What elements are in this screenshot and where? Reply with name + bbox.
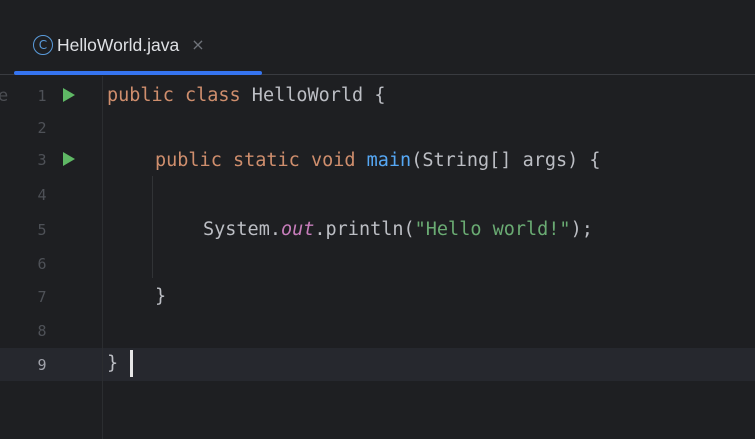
run-icon[interactable] — [63, 88, 75, 102]
keyword: public — [155, 150, 222, 171]
string-literal: "Hello world!" — [414, 219, 571, 240]
tab-bar: C HelloWorld.java × — [0, 0, 755, 75]
class-ref: System. — [203, 219, 281, 240]
line-number: 6 — [37, 255, 47, 273]
code-line-5[interactable]: System.out.println("Hello world!"); — [203, 218, 593, 242]
run-icon[interactable] — [63, 152, 75, 166]
keyword: void — [310, 150, 356, 171]
line-number: 1 — [37, 87, 47, 105]
line-number: 4 — [37, 186, 47, 204]
java-class-icon: C — [33, 35, 53, 55]
line-number-current: 9 — [37, 356, 47, 374]
class-declaration: HelloWorld { — [240, 85, 386, 106]
code-line-9[interactable]: } — [107, 352, 118, 376]
close-icon[interactable]: × — [191, 37, 204, 53]
keyword: public — [107, 85, 174, 106]
tab-helloworld-java[interactable]: C HelloWorld.java × — [14, 26, 205, 64]
code-line-7[interactable]: } — [155, 285, 166, 309]
active-tab-indicator — [14, 71, 262, 75]
code-line-3[interactable]: public static void main(String[] args) { — [155, 149, 601, 173]
static-field: out — [280, 219, 315, 240]
line-number: 7 — [37, 288, 47, 306]
method-name: main — [366, 150, 412, 171]
line-number: 2 — [37, 119, 47, 137]
indent-guide — [152, 176, 153, 278]
edge-glyph: e — [0, 86, 9, 106]
method-params: (String[] args) { — [411, 150, 601, 171]
line-number: 5 — [37, 221, 47, 239]
keyword: static — [232, 150, 300, 171]
tab-title: HelloWorld.java — [57, 34, 180, 55]
keyword: class — [184, 85, 241, 106]
editor-window: C HelloWorld.java × e 1 2 3 4 5 6 7 8 9 … — [0, 0, 755, 439]
gutter-separator — [102, 76, 103, 439]
text-caret — [130, 350, 133, 377]
code-line-1[interactable]: public class HelloWorld { — [107, 84, 385, 108]
line-number: 3 — [37, 151, 47, 169]
closing-brace: } — [155, 286, 167, 307]
line-number: 8 — [37, 322, 47, 340]
closing-brace: } — [107, 353, 119, 374]
statement-end: ); — [570, 219, 593, 240]
method-call: .println( — [314, 219, 415, 240]
